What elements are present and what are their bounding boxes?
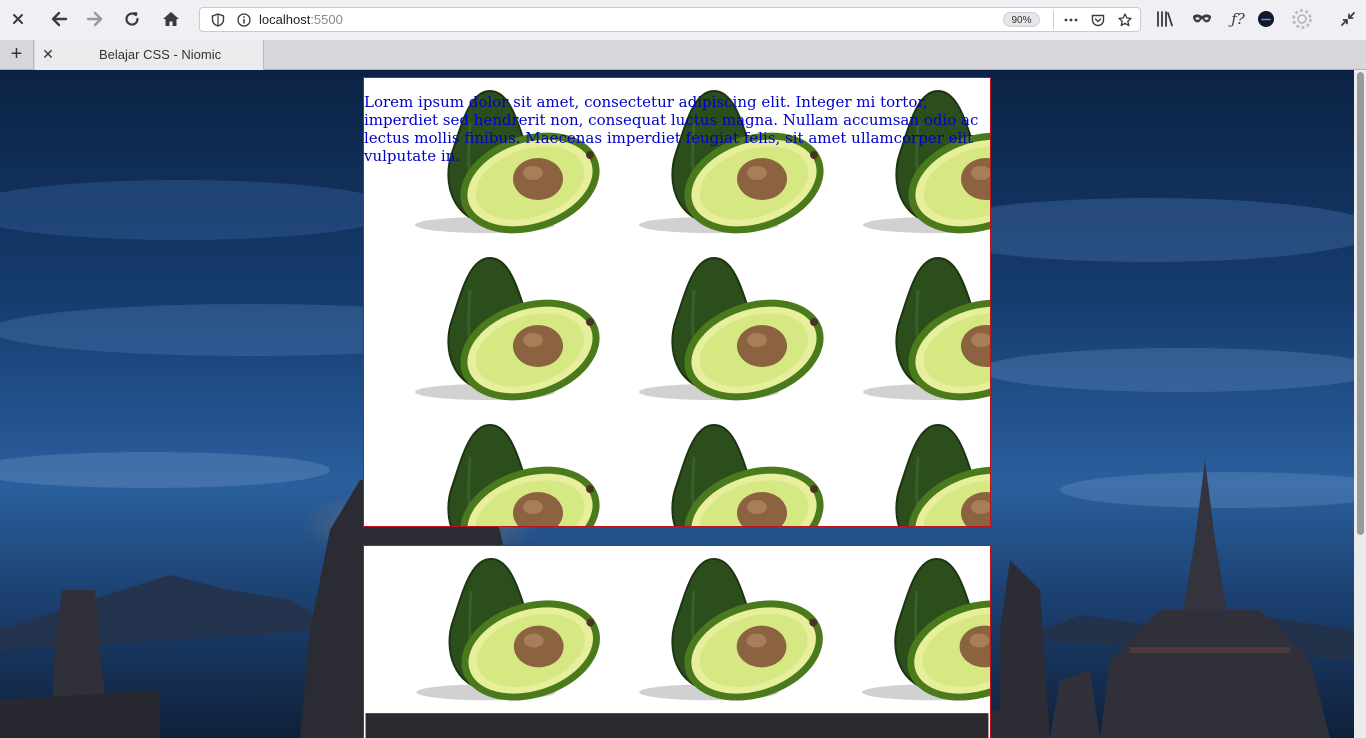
lorem-paragraph: Lorem ipsum dolor sit amet, consectetur …: [364, 93, 979, 165]
url-separator: [1053, 11, 1054, 29]
tab-strip: + ✕ Belajar CSS - Niomic: [0, 40, 1366, 70]
tab-title: Belajar CSS - Niomic: [99, 47, 222, 62]
page-viewport: Lorem ipsum dolor sit amet, consectetur …: [0, 70, 1366, 738]
close-icon[interactable]: [6, 7, 30, 31]
info-icon[interactable]: [232, 8, 256, 32]
shield-icon[interactable]: [206, 8, 230, 32]
close-icon[interactable]: ✕: [40, 46, 56, 62]
function-icon[interactable]: ƒ?: [1226, 7, 1250, 31]
content-box-1: Lorem ipsum dolor sit amet, consectetur …: [363, 77, 991, 527]
address-bar[interactable]: localhost:5500 90%: [199, 7, 1141, 32]
account-icon[interactable]: [1254, 7, 1278, 31]
navigation-toolbar: localhost:5500 90% ƒ?: [0, 0, 1366, 40]
zoom-level-badge[interactable]: 90%: [1003, 12, 1040, 27]
mask-icon[interactable]: [1190, 7, 1214, 31]
scrollbar-thumb[interactable]: [1357, 72, 1364, 535]
new-tab-button[interactable]: +: [0, 40, 34, 69]
content-box-2: [363, 545, 991, 738]
tab-belajar-css[interactable]: ✕ Belajar CSS - Niomic: [35, 40, 264, 70]
back-arrow-icon[interactable]: [47, 7, 71, 31]
star-icon[interactable]: [1113, 8, 1137, 32]
gear-icon[interactable]: [1290, 7, 1314, 31]
avocado-tiled-background: [365, 546, 990, 738]
url-text[interactable]: localhost:5500: [259, 12, 343, 27]
more-icon[interactable]: [1059, 8, 1083, 32]
plus-icon: +: [10, 43, 23, 65]
url-port: :5500: [310, 12, 343, 27]
pocket-icon[interactable]: [1086, 8, 1110, 32]
reload-icon[interactable]: [120, 7, 144, 31]
library-icon[interactable]: [1153, 7, 1177, 31]
collapse-icon[interactable]: [1336, 7, 1360, 31]
forward-arrow-icon[interactable]: [83, 7, 107, 31]
url-host: localhost: [259, 12, 311, 27]
page-scrollbar[interactable]: [1354, 70, 1366, 738]
home-icon[interactable]: [159, 7, 183, 31]
